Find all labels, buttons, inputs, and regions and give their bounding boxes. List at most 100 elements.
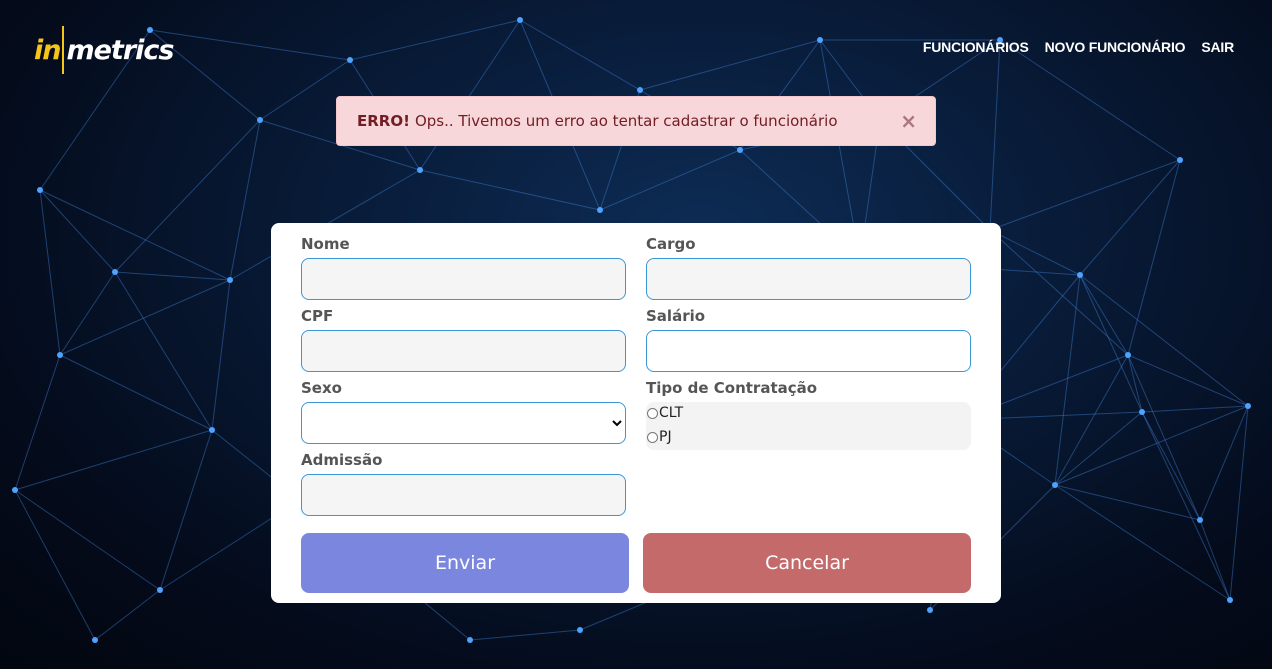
enviar-button[interactable]: Enviar xyxy=(301,533,629,593)
network-line xyxy=(989,229,1081,276)
network-line xyxy=(519,19,641,91)
admissao-input[interactable] xyxy=(301,474,626,516)
tipo-contratacao-label: Tipo de Contratação xyxy=(646,379,818,397)
network-node xyxy=(112,269,118,275)
radio-pj[interactable]: PJ xyxy=(646,429,672,445)
network-node xyxy=(1197,517,1203,523)
network-line xyxy=(39,189,116,273)
radio-pj-input[interactable] xyxy=(647,431,658,443)
radio-clt-input[interactable] xyxy=(647,407,658,419)
network-node xyxy=(347,57,353,63)
cargo-label: Cargo xyxy=(646,235,696,253)
network-line xyxy=(39,189,231,281)
nav-novo-funcionario[interactable]: NOVO FUNCIONÁRIO xyxy=(1045,39,1186,55)
network-node xyxy=(257,117,263,123)
network-node xyxy=(417,167,423,173)
top-nav: FUNCIONÁRIOS NOVO FUNCIONÁRIO SAIR xyxy=(923,39,1234,55)
close-icon[interactable]: × xyxy=(900,109,917,133)
network-line xyxy=(1054,274,1081,486)
network-line xyxy=(1141,405,1249,413)
network-node xyxy=(1177,157,1183,163)
network-line xyxy=(1079,274,1249,407)
network-line xyxy=(639,39,821,91)
network-line xyxy=(1199,519,1231,601)
alert-title: ERRO! xyxy=(357,112,410,130)
error-alert: ERRO! Ops.. Tivemos um erro ao tentar ca… xyxy=(336,96,936,146)
network-line xyxy=(989,229,1129,356)
logo-in: in xyxy=(34,34,62,66)
network-node xyxy=(92,637,98,643)
radio-clt-label: CLT xyxy=(659,405,684,421)
network-line xyxy=(349,19,521,61)
network-line xyxy=(1054,405,1249,486)
nome-label: Nome xyxy=(301,235,350,253)
network-node xyxy=(157,587,163,593)
network-line xyxy=(14,429,213,491)
network-node xyxy=(637,87,643,93)
network-node xyxy=(57,352,63,358)
network-node xyxy=(467,637,473,643)
nome-input[interactable] xyxy=(301,258,626,300)
radio-clt[interactable]: CLT xyxy=(646,405,683,421)
sexo-select[interactable] xyxy=(301,402,626,444)
network-line xyxy=(211,279,231,431)
network-line xyxy=(14,354,61,491)
network-line xyxy=(114,271,231,281)
network-line xyxy=(989,39,1001,231)
network-line xyxy=(1141,411,1231,601)
nav-sair[interactable]: SAIR xyxy=(1201,39,1234,55)
network-node xyxy=(817,37,823,43)
network-line xyxy=(999,39,1181,161)
network-line xyxy=(419,169,601,211)
network-node xyxy=(1227,597,1233,603)
network-line xyxy=(94,589,161,641)
network-line xyxy=(59,279,231,356)
network-line xyxy=(39,189,61,356)
network-line xyxy=(1054,411,1143,486)
network-line xyxy=(1054,354,1129,486)
nav-funcionarios[interactable]: FUNCIONÁRIOS xyxy=(923,39,1029,55)
logo-divider xyxy=(62,26,65,74)
network-line xyxy=(1079,274,1129,356)
admissao-label: Admissão xyxy=(301,451,383,469)
network-node xyxy=(37,187,43,193)
network-node xyxy=(517,17,523,23)
network-line xyxy=(14,489,96,641)
network-node xyxy=(1139,409,1145,415)
network-line xyxy=(1141,411,1201,521)
inmetrics-logo[interactable]: in metrics xyxy=(34,26,174,74)
network-line xyxy=(599,149,741,211)
tipo-contratacao-group: CLT PJ xyxy=(646,402,971,450)
network-node xyxy=(737,147,743,153)
network-node xyxy=(1245,403,1251,409)
network-node xyxy=(597,207,603,213)
network-line xyxy=(229,119,261,281)
sexo-label: Sexo xyxy=(301,379,342,397)
network-line xyxy=(1079,274,1143,413)
network-line xyxy=(419,19,521,171)
network-node xyxy=(227,277,233,283)
network-node xyxy=(1125,352,1131,358)
network-line xyxy=(1127,354,1249,407)
cpf-input[interactable] xyxy=(301,330,626,372)
network-line xyxy=(114,119,261,273)
salario-input[interactable] xyxy=(646,330,971,372)
network-node xyxy=(1077,272,1083,278)
salario-label: Salário xyxy=(646,307,706,325)
network-line xyxy=(1229,405,1249,601)
network-line xyxy=(469,629,581,641)
network-line xyxy=(149,29,351,61)
network-node xyxy=(209,427,215,433)
logo-metrics: metrics xyxy=(66,34,174,66)
network-node xyxy=(1052,482,1058,488)
alert-message: Ops.. Tivemos um erro ao tentar cadastra… xyxy=(414,112,838,130)
network-line xyxy=(989,159,1181,231)
network-node xyxy=(577,627,583,633)
network-node xyxy=(927,607,933,613)
network-line xyxy=(1127,354,1201,521)
cpf-label: CPF xyxy=(301,307,334,325)
cancelar-button[interactable]: Cancelar xyxy=(643,533,971,593)
cargo-input[interactable] xyxy=(646,258,971,300)
network-line xyxy=(159,429,213,591)
network-line xyxy=(1054,484,1231,601)
